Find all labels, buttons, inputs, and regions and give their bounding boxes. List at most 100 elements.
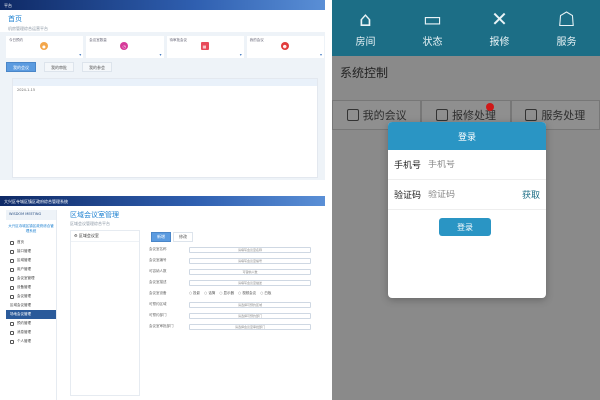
sidebar-item-label: 个人管理 <box>17 339 31 343</box>
org-name: 大兴区寺城区镇区政府综合管理系统 <box>8 224 54 233</box>
sidebar-item-label: 接口管理 <box>17 249 31 253</box>
top-banner: 平台 <box>0 0 325 10</box>
sidebar-item[interactable]: 个人管理 <box>6 337 56 346</box>
nav-item-repair[interactable]: ✕ 报修 <box>466 0 533 56</box>
get-code-button[interactable]: 获取 <box>522 188 540 201</box>
area-icon <box>10 258 14 263</box>
form-tabs: 新增 修改 <box>151 232 314 242</box>
form-row: 可预约区域 请选择可预约区域 <box>149 299 320 310</box>
device-icon <box>10 285 14 290</box>
notification-badge <box>485 103 494 111</box>
tab-edit[interactable]: 修改 <box>173 232 193 242</box>
nav-item-service[interactable]: ☖ 服务 <box>533 0 600 56</box>
sidebar-item-label: 预约管理 <box>17 321 31 325</box>
stat-card[interactable]: 今日预约 ● ▾ <box>6 36 84 58</box>
field-label: 会议室描述 <box>149 280 167 284</box>
house-icon <box>346 109 359 121</box>
stat-card[interactable]: 我的会议 ☻ ▾ <box>246 36 324 58</box>
sidebar-item[interactable]: 消息管理 <box>6 328 56 337</box>
table-row[interactable]: 2024-1-15 <box>13 86 317 94</box>
sidebar-item[interactable]: 会议管理 <box>6 292 56 301</box>
tab-label: 服务处理 <box>541 109 586 122</box>
tab-my-approvals[interactable]: 我的审批 <box>44 62 74 72</box>
radio-option[interactable]: ○ 显示器 <box>219 291 234 296</box>
link-icon <box>10 249 14 254</box>
form-row: 会议室描述 请填写会议室描述 <box>149 277 320 288</box>
page-header: 区域会议室管理 区域会议管理综合平台 <box>70 210 119 227</box>
nav-label: 报修 <box>489 37 510 48</box>
stat-card-label: 今日预约 <box>9 38 23 42</box>
tab-label: 我的会议 <box>362 109 407 122</box>
stat-card[interactable]: 待审批会议 ▦ ▾ <box>166 36 244 58</box>
sidebar-item[interactable]: 会议室管理 <box>6 274 56 283</box>
phone-input[interactable] <box>428 159 540 170</box>
form-row: 会议室设备 ○ 投影 ○ 话筒 ○ 显示器 ○ 视频会议 ○ 白板 <box>149 288 320 299</box>
form-row: 会议室编号 请填写会议室编号 <box>149 255 320 266</box>
field-label: 可预约部门 <box>149 313 167 317</box>
page-header: 首页 机房管理综合运营平台 <box>0 10 325 32</box>
sidebar-item[interactable]: 用户管理 <box>6 265 56 274</box>
person-icon: ● <box>40 42 48 50</box>
service-icon <box>525 109 538 121</box>
home-icon <box>10 240 14 245</box>
clock-icon: ◷ <box>120 42 129 50</box>
sidebar-item[interactable]: 设备管理 <box>6 283 56 292</box>
sidebar-item-label: 用户管理 <box>17 267 31 271</box>
sidebar-item[interactable]: 区域会议管理 <box>6 301 56 310</box>
radio-option[interactable]: ○ 投影 <box>189 291 200 296</box>
field-label: 会议室设备 <box>149 291 167 295</box>
capacity-input[interactable]: 可容纳人数 <box>189 268 311 275</box>
sidebar-item-selected[interactable]: 场地会议管理 <box>6 310 56 319</box>
dropdown-arrow-icon[interactable]: ▾ <box>159 52 161 57</box>
app-logo: WISDOM MEETING <box>6 210 56 220</box>
meeting-table: 2024-1-15 <box>12 78 318 178</box>
field-label: 会议室编号 <box>149 258 167 262</box>
page-title: 系统控制 <box>340 66 389 80</box>
login-button[interactable]: 登录 <box>439 218 491 236</box>
dropdown-arrow-icon[interactable]: ▾ <box>79 52 81 57</box>
table-header <box>13 79 317 86</box>
approval-dept-select[interactable]: 请选择会议室审批部门 <box>189 323 311 330</box>
nav-label: 状态 <box>422 37 443 48</box>
tab-my-meetings[interactable]: 我的会议 <box>6 62 36 72</box>
description-input[interactable]: 请填写会议室描述 <box>189 279 311 286</box>
equipment-radios: ○ 投影 ○ 话筒 ○ 显示器 ○ 视频会议 ○ 白板 <box>189 291 271 296</box>
stat-cards: 今日预约 ● ▾ 会议室数量 ◷ ▾ 待审批会议 ▦ ▾ 我的会议 ☻ ▾ <box>6 36 324 58</box>
nav-item-room[interactable]: ⌂ 房间 <box>332 0 399 56</box>
person-icon <box>10 339 14 344</box>
phone-label: 手机号 <box>394 161 422 171</box>
composite-screenshot: 平台 首页 机房管理综合运营平台 今日预约 ● ▾ 会议室数量 ◷ ▾ 待审批会… <box>0 0 600 400</box>
sidebar-item[interactable]: 区域管理 <box>6 256 56 265</box>
sidebar-item[interactable]: 首页 <box>6 238 56 247</box>
radio-option[interactable]: ○ 视频会议 <box>238 291 256 296</box>
sidebar-item-label: 会议管理 <box>17 294 31 298</box>
room-code-input[interactable]: 请填写会议室编号 <box>189 257 311 264</box>
form-row: 可预约部门 请选择可预约部门 <box>149 310 320 321</box>
area-select[interactable]: 请选择可预约区域 <box>189 301 311 308</box>
field-label: 可预约区域 <box>149 302 167 306</box>
page-subtitle: 区域会议管理综合平台 <box>70 221 110 226</box>
radio-option[interactable]: ○ 话筒 <box>204 291 215 296</box>
dropdown-arrow-icon[interactable]: ▾ <box>240 52 242 57</box>
stat-card[interactable]: 会议室数量 ◷ ▾ <box>86 36 164 58</box>
sidebar-item[interactable]: 接口管理 <box>6 247 56 256</box>
sidebar-item-label: 会议室管理 <box>17 276 35 280</box>
bottom-nav: ⌂ 房间 ▭ 状态 ✕ 报修 ☖ 服务 <box>332 0 600 56</box>
sidebar-item-label: 区域管理 <box>17 258 31 262</box>
sidebar-item[interactable]: 预约管理 <box>6 319 56 328</box>
nav-item-status[interactable]: ▭ 状态 <box>399 0 466 56</box>
radio-option[interactable]: ○ 白板 <box>260 291 271 296</box>
tab-add[interactable]: 新增 <box>151 232 171 242</box>
dropdown-arrow-icon[interactable]: ▾ <box>320 52 322 57</box>
tab-my-attendance[interactable]: 我的参会 <box>82 62 112 72</box>
room-icon <box>10 276 14 281</box>
stat-card-label: 会议室数量 <box>89 38 107 42</box>
room-name-input[interactable]: 请填写会议室名称 <box>189 246 311 253</box>
form-row: 会议室审批部门 请选择会议室审批部门 <box>149 321 320 332</box>
service-icon: ☖ <box>557 7 576 31</box>
tools-icon <box>435 109 448 121</box>
sidebar-item-label: 场地会议管理 <box>10 312 31 316</box>
code-input[interactable] <box>428 189 522 200</box>
dept-select[interactable]: 请选择可预约部门 <box>189 312 311 319</box>
user-icon: ☻ <box>280 42 289 50</box>
